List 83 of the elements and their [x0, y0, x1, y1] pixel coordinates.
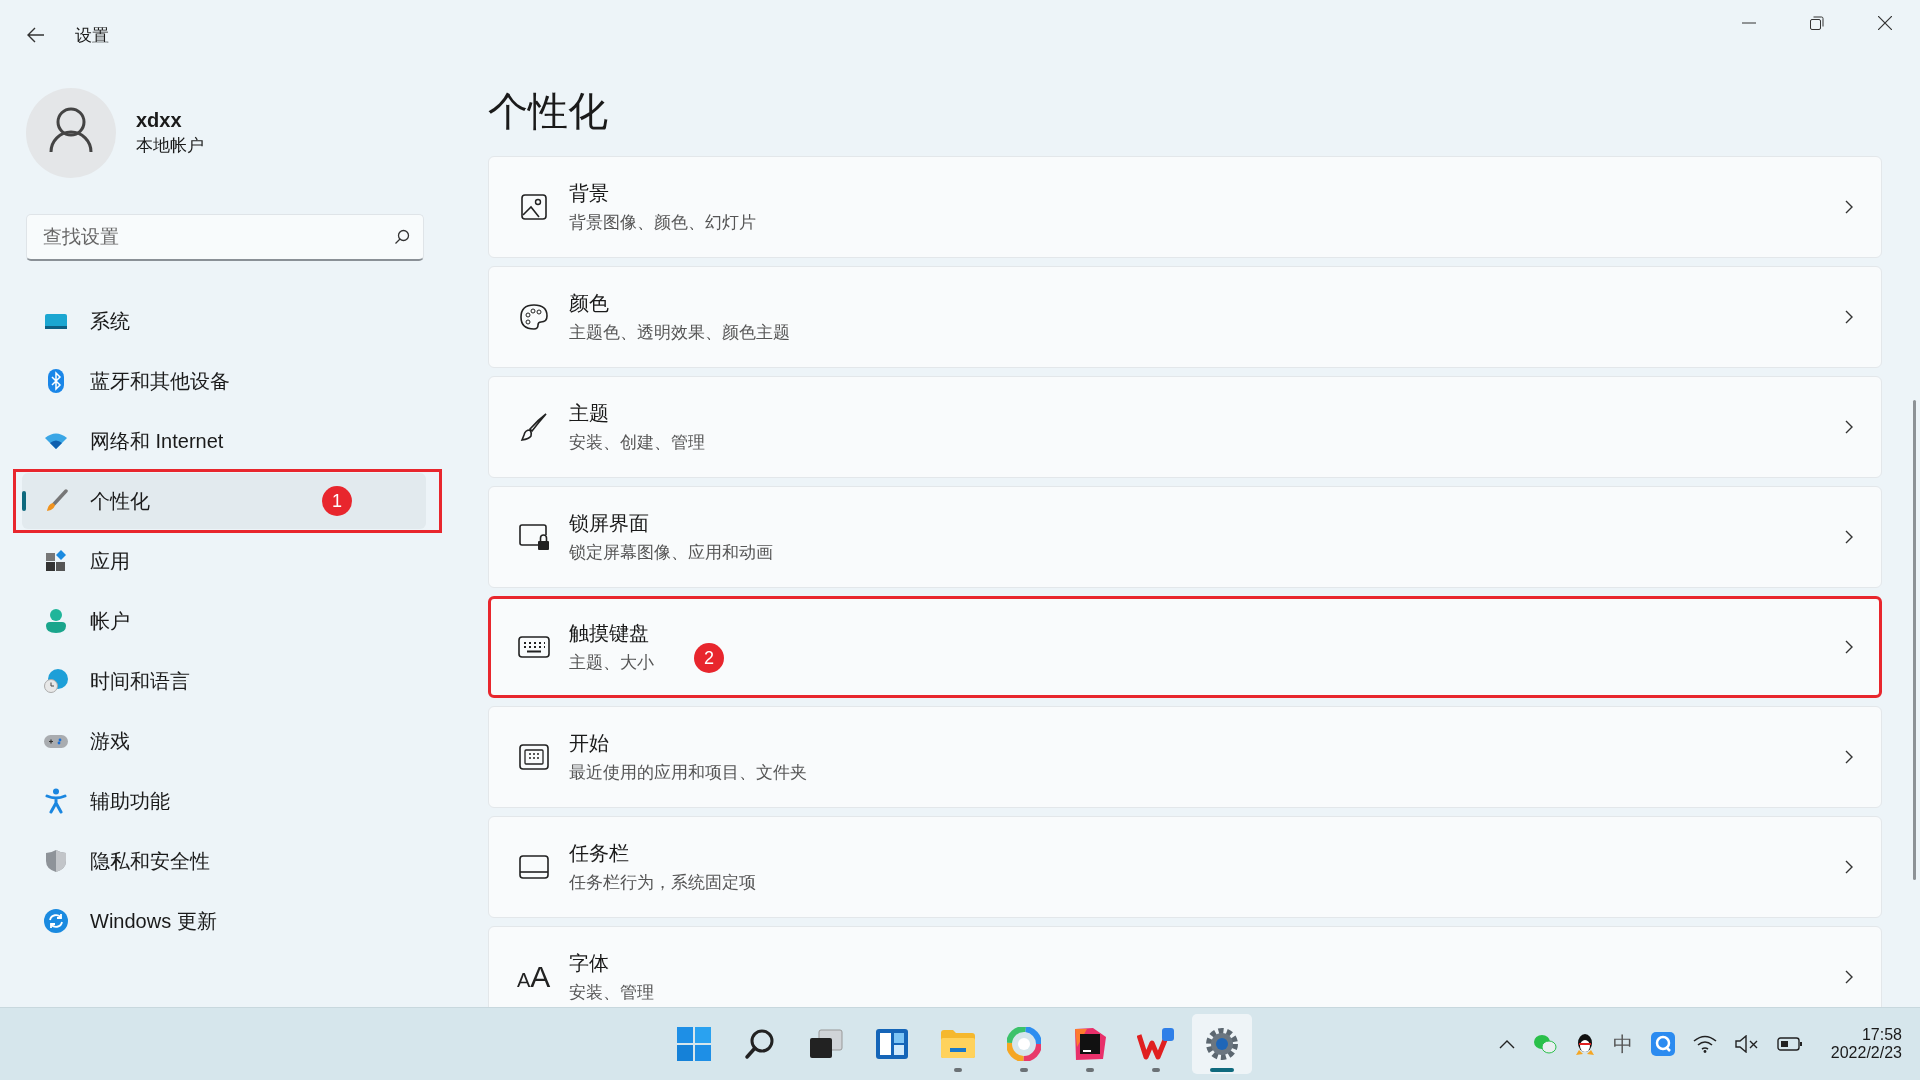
- gamepad-icon: [42, 733, 70, 749]
- card-subtitle: 最近使用的应用和项目、文件夹: [569, 762, 807, 784]
- sidebar-item[interactable]: 系统: [22, 293, 426, 349]
- search-icon: [394, 229, 410, 245]
- window-title: 设置: [75, 24, 109, 47]
- chevron-right-icon: [1845, 310, 1853, 324]
- card-title: 开始: [569, 731, 610, 756]
- page-title: 个性化: [488, 88, 608, 134]
- settings-card[interactable]: 任务栏 任务栏行为，系统固定项: [488, 816, 1882, 918]
- card-subtitle: 锁定屏幕图像、应用和动画: [569, 542, 773, 564]
- sidebar-item[interactable]: 帐户: [22, 593, 426, 649]
- widgets-icon: [875, 1028, 909, 1060]
- folder-icon: [940, 1029, 976, 1059]
- scrollbar[interactable]: [1913, 400, 1916, 880]
- input-method-indicator[interactable]: 中: [1612, 1030, 1633, 1058]
- card-title: 触摸键盘: [569, 621, 650, 646]
- restore-icon[interactable]: [1810, 16, 1824, 30]
- sidebar-item[interactable]: 隐私和安全性: [22, 833, 426, 889]
- card-title: 任务栏: [569, 841, 630, 866]
- card-subtitle: 背景图像、颜色、幻灯片: [569, 212, 756, 234]
- chevron-right-icon: [1845, 530, 1853, 544]
- sidebar-item[interactable]: 辅助功能: [22, 773, 426, 829]
- back-arrow-icon[interactable]: [27, 27, 45, 43]
- globe-clock-icon: [42, 669, 70, 693]
- card-subtitle: 任务栏行为，系统固定项: [569, 872, 756, 894]
- chevron-right-icon: [1845, 860, 1853, 874]
- chevron-up-icon[interactable]: [1498, 1039, 1515, 1049]
- card-title: 背景: [569, 181, 610, 206]
- sidebar-item[interactable]: 应用: [22, 533, 426, 589]
- ide-app-icon: [1073, 1027, 1107, 1061]
- taskbar-icon: [517, 855, 551, 879]
- penguin-icon[interactable]: [1574, 1032, 1595, 1056]
- step-number-badge: 1: [322, 486, 352, 516]
- battery-icon[interactable]: [1776, 1037, 1803, 1051]
- sidebar-item[interactable]: 游戏: [22, 713, 426, 769]
- palette-icon: [517, 303, 551, 331]
- settings-card[interactable]: 锁屏界面 锁定屏幕图像、应用和动画: [488, 486, 1882, 588]
- card-subtitle: 主题、大小: [569, 652, 654, 674]
- windows-logo-icon: [676, 1026, 712, 1062]
- chevron-right-icon: [1845, 640, 1853, 654]
- card-subtitle: 安装、管理: [569, 982, 654, 1004]
- chevron-right-icon: [1845, 420, 1853, 434]
- search-field[interactable]: 查找设置: [26, 214, 424, 261]
- speaker-muted-icon[interactable]: [1734, 1035, 1759, 1053]
- account-name: xdxx: [136, 109, 183, 132]
- settings-card[interactable]: 颜色 主题色、透明效果、颜色主题: [488, 266, 1882, 368]
- sidebar-item[interactable]: Windows 更新: [22, 893, 426, 949]
- clock-date[interactable]: 2022/2/23: [1830, 1044, 1902, 1062]
- search-icon: [744, 1028, 776, 1060]
- card-title: 颜色: [569, 291, 610, 316]
- settings-icon: [1205, 1027, 1239, 1061]
- step-number-badge: 2: [694, 643, 724, 673]
- refresh-icon: [42, 909, 70, 933]
- color-wheel-icon: [1007, 1027, 1041, 1061]
- card-subtitle: 主题色、透明效果、颜色主题: [569, 322, 790, 344]
- avatar-icon: [26, 88, 116, 178]
- sidebar-item[interactable]: 个性化 1: [22, 473, 426, 529]
- settings-card[interactable]: 触摸键盘 主题、大小 2: [488, 596, 1882, 698]
- settings-card[interactable]: 背景 背景图像、颜色、幻灯片: [488, 156, 1882, 258]
- screen-lock-icon: [517, 523, 551, 551]
- chevron-right-icon: [1845, 750, 1853, 764]
- card-title: 主题: [569, 401, 610, 426]
- app-tray-icon[interactable]: [1650, 1032, 1675, 1056]
- card-title: 锁屏界面: [569, 511, 650, 536]
- chevron-right-icon: [1845, 970, 1853, 984]
- settings-card[interactable]: 主题 安装、创建、管理: [488, 376, 1882, 478]
- chevron-right-icon: [1845, 200, 1853, 214]
- account-type: 本地帐户: [136, 135, 204, 157]
- start-menu-icon: [517, 744, 551, 770]
- keyboard-icon: [517, 636, 551, 658]
- font-icon: AA: [517, 962, 551, 992]
- sidebar-item[interactable]: 网络和 Internet: [22, 413, 426, 469]
- sidebar-item[interactable]: 时间和语言: [22, 653, 426, 709]
- settings-card[interactable]: 开始 最近使用的应用和项目、文件夹: [488, 706, 1882, 808]
- monitor-icon: [42, 311, 70, 331]
- clock-time[interactable]: 17:58: [1861, 1026, 1902, 1044]
- sidebar-item[interactable]: 蓝牙和其他设备: [22, 353, 426, 409]
- card-subtitle: 安装、创建、管理: [569, 432, 705, 454]
- office-app-icon: [1137, 1027, 1175, 1061]
- wifi-icon[interactable]: [1692, 1035, 1717, 1053]
- task-view-icon: [809, 1029, 843, 1059]
- card-title: 字体: [569, 951, 610, 976]
- close-icon[interactable]: [1878, 16, 1892, 30]
